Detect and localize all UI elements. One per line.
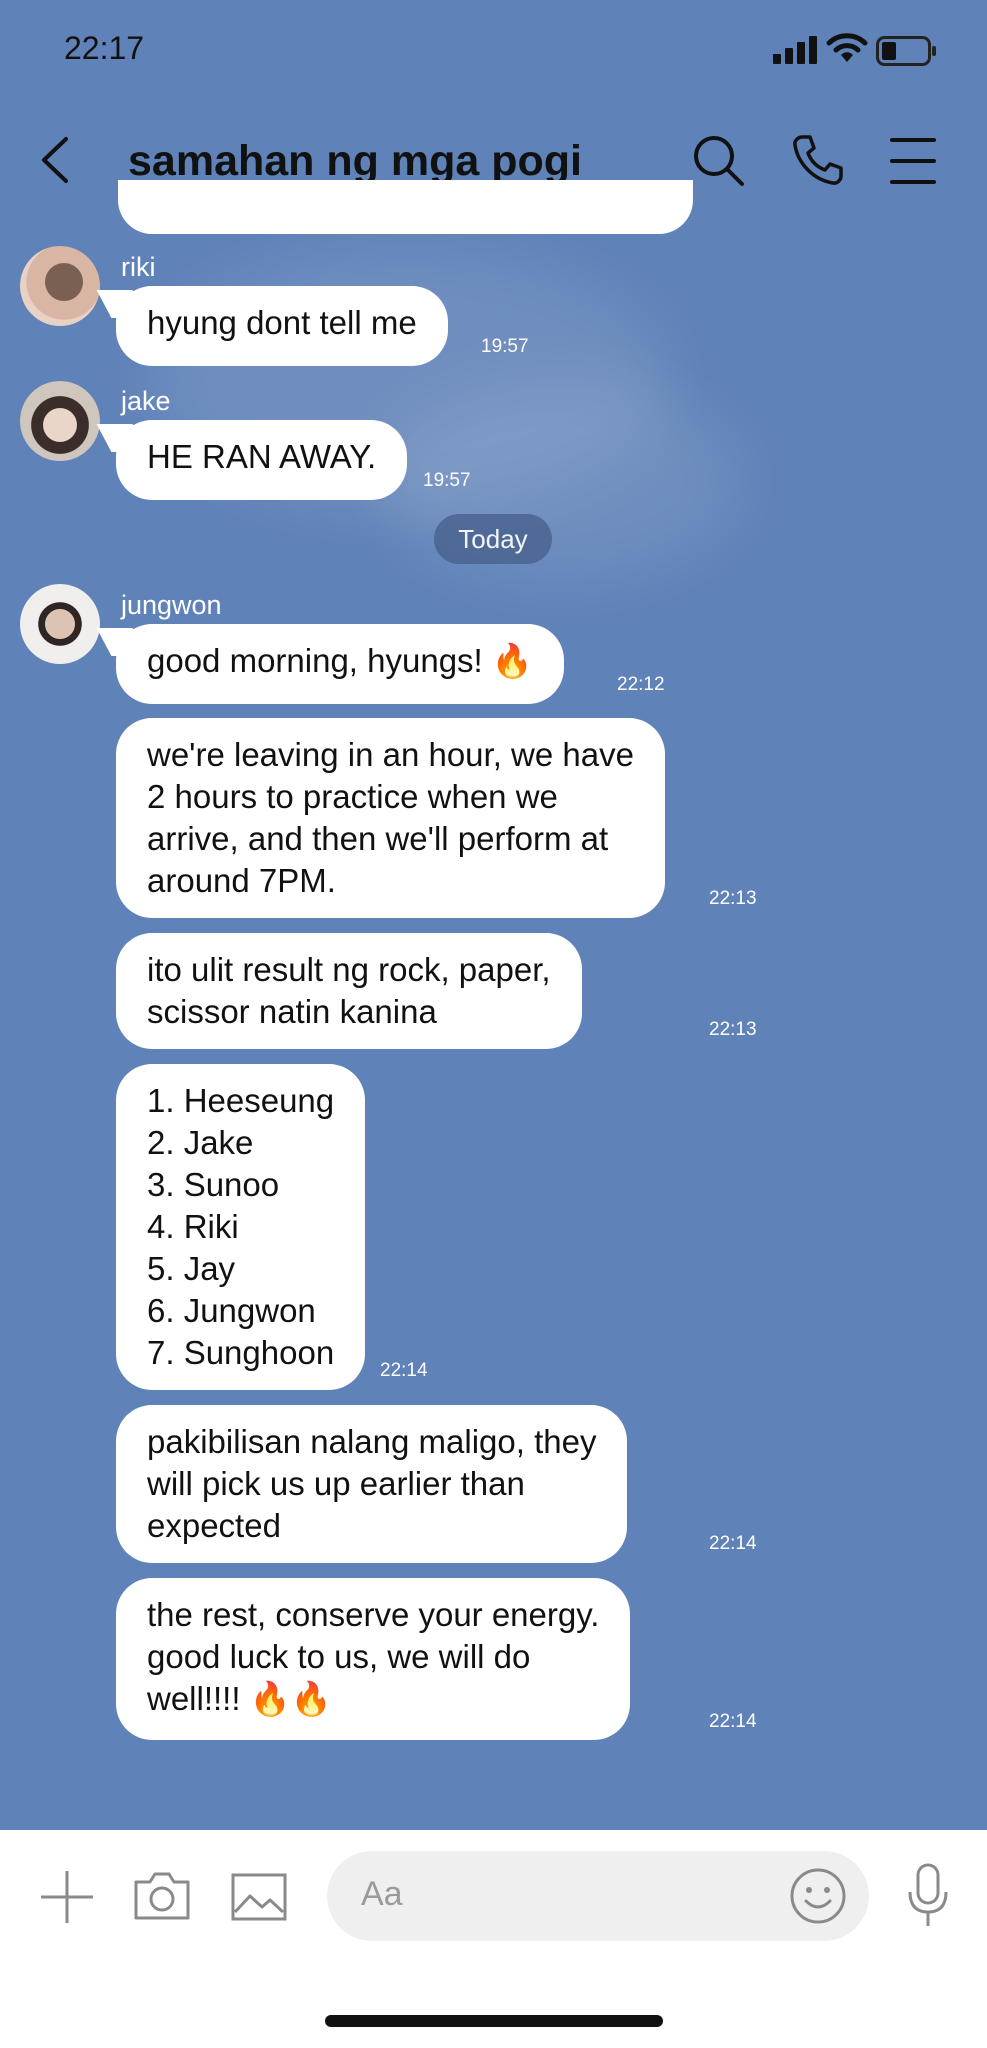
wifi-icon <box>826 33 868 62</box>
menu-icon[interactable] <box>890 137 936 185</box>
message-bubble[interactable]: the rest, conserve your energy. good luc… <box>116 1578 631 1740</box>
message-bubble[interactable]: good morning, hyungs! 🔥 <box>116 624 564 704</box>
message-time: 22:14 <box>709 1533 757 1554</box>
sender-name: jungwon <box>121 590 222 620</box>
battery-icon <box>876 36 936 66</box>
status-bar: 22:17 <box>0 0 987 100</box>
message-bubble[interactable]: pakibilisan nalang maligo, they will pic… <box>116 1405 628 1563</box>
message-input-placeholder: Aa <box>361 1875 403 1913</box>
sender-name: riki <box>121 252 156 282</box>
message-time: 22:12 <box>617 674 665 695</box>
chat-screen: 22:17 samahan ng mga pogi riki hyung don… <box>0 0 987 2048</box>
plus-icon[interactable] <box>38 1868 96 1926</box>
date-divider: Today <box>434 514 552 564</box>
microphone-icon[interactable] <box>907 1862 949 1928</box>
chat-title: samahan ng mga pogi <box>128 137 582 185</box>
avatar[interactable] <box>20 246 100 326</box>
message-time: 19:57 <box>481 336 529 357</box>
emoji-icon[interactable] <box>789 1867 847 1925</box>
message-time: 19:57 <box>423 470 471 491</box>
message-time: 22:13 <box>709 888 757 909</box>
previous-message-bubble[interactable] <box>118 180 693 234</box>
message-input-bar: Aa <box>0 1830 987 2048</box>
sender-name: jake <box>121 386 171 416</box>
message-bubble[interactable]: 1. Heeseung 2. Jake 3. Sunoo 4. Riki 5. … <box>116 1064 366 1390</box>
message-bubble[interactable]: ito ulit result ng rock, paper, scissor … <box>116 933 582 1049</box>
avatar[interactable] <box>20 381 100 461</box>
avatar[interactable] <box>20 584 100 664</box>
status-time: 22:17 <box>64 30 145 66</box>
message-bubble[interactable]: we're leaving in an hour, we have 2 hour… <box>116 718 665 918</box>
message-time: 22:13 <box>709 1019 757 1040</box>
signal-icon <box>773 36 817 64</box>
call-icon[interactable] <box>790 132 846 188</box>
camera-icon[interactable] <box>132 1870 192 1922</box>
message-bubble[interactable]: hyung dont tell me <box>116 286 448 366</box>
image-icon[interactable] <box>230 1872 288 1922</box>
message-time: 22:14 <box>380 1360 428 1381</box>
message-input[interactable]: Aa <box>327 1851 869 1941</box>
message-bubble[interactable]: HE RAN AWAY. <box>116 420 408 500</box>
back-icon[interactable] <box>38 135 72 185</box>
message-time: 22:14 <box>709 1711 757 1732</box>
search-icon[interactable] <box>690 132 746 188</box>
home-indicator <box>325 2015 663 2027</box>
